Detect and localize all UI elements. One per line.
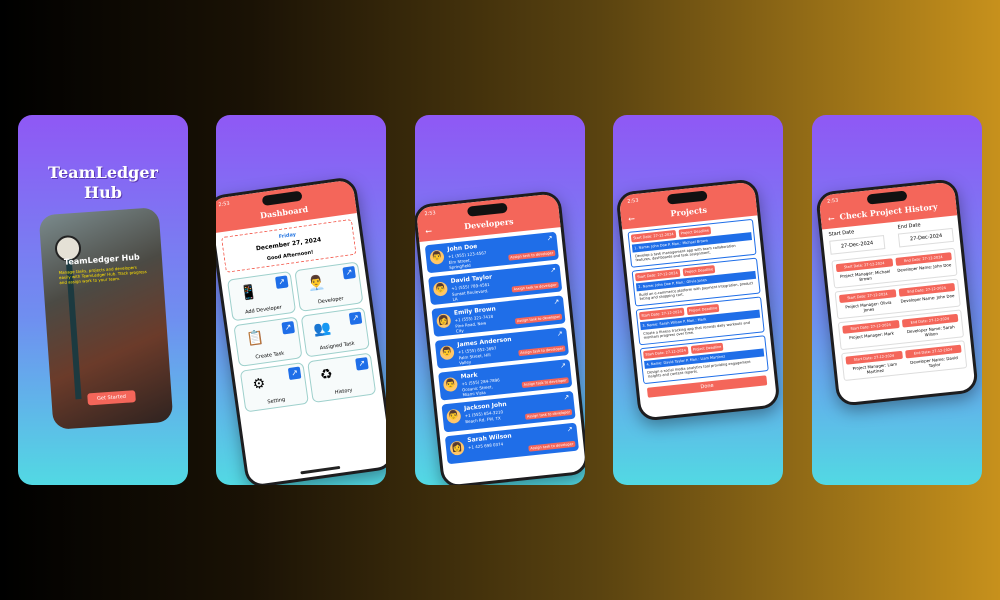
splash-card: TeamLedger Hub TeamLedger Hub Manage tas… xyxy=(18,115,188,485)
history-icon: ♻ xyxy=(319,366,334,384)
tile-create-task[interactable]: 📋 ↗ Create Task xyxy=(233,316,303,367)
start-date-field[interactable]: 27-Dec-2024 xyxy=(829,235,885,255)
tile-developer[interactable]: 👨‍💼 ↗ Developer xyxy=(294,261,364,312)
arrow-icon[interactable]: ↗ xyxy=(546,234,553,243)
projects-card: 2:53 ← Projects Start Date: 27-12-2024 Pro… xyxy=(613,115,783,485)
home-indicator xyxy=(300,465,341,475)
arrow-icon: ↗ xyxy=(342,265,356,280)
status-time: 2:53 xyxy=(627,197,639,205)
gear-icon: ⚙ xyxy=(251,375,267,394)
clipboard-icon: 📋 xyxy=(245,329,265,348)
developers-card: 2:53 ← Developers 👨 John Doe +1 (555) 123-4… xyxy=(415,115,585,485)
developers-phone: 2:53 ← Developers 👨 John Doe +1 (555) 123-4… xyxy=(415,190,585,485)
end-date-label: End Date xyxy=(897,222,921,231)
splash-phone: TeamLedger Hub Manage tasks, projects an… xyxy=(38,207,174,430)
dashboard-title: Dashboard xyxy=(259,203,309,221)
arrow-icon[interactable]: ↗ xyxy=(556,330,563,339)
arrow-icon[interactable]: ↗ xyxy=(560,361,567,370)
arrow-icon: ↗ xyxy=(348,311,363,326)
tile-history[interactable]: ♻ ↗ History xyxy=(307,352,377,404)
avatar: 👩 xyxy=(436,313,452,329)
tile-setting[interactable]: ⚙ ↗ Setting xyxy=(239,361,309,413)
arrow-icon: ↗ xyxy=(355,357,369,371)
status-time: 2:53 xyxy=(826,197,839,205)
avatar: 👨 xyxy=(439,345,455,361)
arrow-icon: ↗ xyxy=(275,275,289,289)
back-arrow-icon[interactable]: ← xyxy=(425,226,433,237)
history-title: Check Project History xyxy=(839,201,938,222)
team-icon: 👥 xyxy=(312,319,333,339)
assign-task-button[interactable]: Assign task to developer xyxy=(507,249,556,261)
status-time: 2:53 xyxy=(424,210,436,218)
avatar: 👨 xyxy=(429,249,445,265)
projects-phone: 2:53 ← Projects Start Date: 27-12-2024 Pro… xyxy=(615,178,781,422)
projects-title: Projects xyxy=(669,204,708,219)
arrow-icon[interactable]: ↗ xyxy=(553,298,560,307)
dashboard-grid: 📱 ↗ Add Developer 👨‍💼 ↗ Developer 📋 ↗ Create T… xyxy=(221,259,383,416)
history-card: 2:53 ← Check Project History Start Date 27… xyxy=(812,115,982,485)
developers-title: Developers xyxy=(463,216,514,232)
assign-task-button[interactable]: Assign task to developer xyxy=(524,408,573,420)
assign-task-button[interactable]: Assign task to developer xyxy=(518,345,566,357)
back-arrow-icon[interactable]: ← xyxy=(628,213,636,224)
dashboard-phone: 2:53 Dashboard Friday December 27, 2024 … xyxy=(216,175,386,485)
avatar: 👨 xyxy=(446,408,462,425)
arrow-icon[interactable]: ↗ xyxy=(550,266,557,275)
back-arrow-icon[interactable]: ← xyxy=(827,213,835,224)
arrow-icon[interactable]: ↗ xyxy=(566,425,573,434)
assign-task-button[interactable]: Assign task to developer xyxy=(514,313,563,325)
assign-task-button[interactable]: Assign task to developer xyxy=(511,281,559,293)
arrow-icon[interactable]: ↗ xyxy=(563,393,570,402)
tile-add-developer[interactable]: 📱 ↗ Add Developer xyxy=(226,270,297,322)
assign-task-button[interactable]: Assign task to developer xyxy=(521,377,569,389)
phone-icon: 📱 xyxy=(238,283,259,303)
arrow-icon: ↗ xyxy=(287,366,302,381)
start-date-label: Start Date xyxy=(828,229,855,238)
app-title: TeamLedger Hub xyxy=(48,163,158,202)
avatar: 👨 xyxy=(442,376,459,393)
developer-icon: 👨‍💼 xyxy=(306,274,326,293)
assign-task-button[interactable]: Assign task to developer xyxy=(528,440,576,452)
avatar: 👨 xyxy=(432,281,449,297)
get-started-button[interactable]: Get Started xyxy=(87,390,136,406)
avatar: 👩 xyxy=(449,440,465,456)
dashboard-card: 2:53 Dashboard Friday December 27, 2024 … xyxy=(216,115,386,485)
arrow-icon: ↗ xyxy=(281,320,295,335)
tile-assigned-task[interactable]: 👥 ↗ Assigned Task xyxy=(300,306,370,358)
end-date-field[interactable]: 27-Dec-2024 xyxy=(898,227,955,248)
history-phone: 2:53 ← Check Project History Start Date 27… xyxy=(815,178,979,407)
